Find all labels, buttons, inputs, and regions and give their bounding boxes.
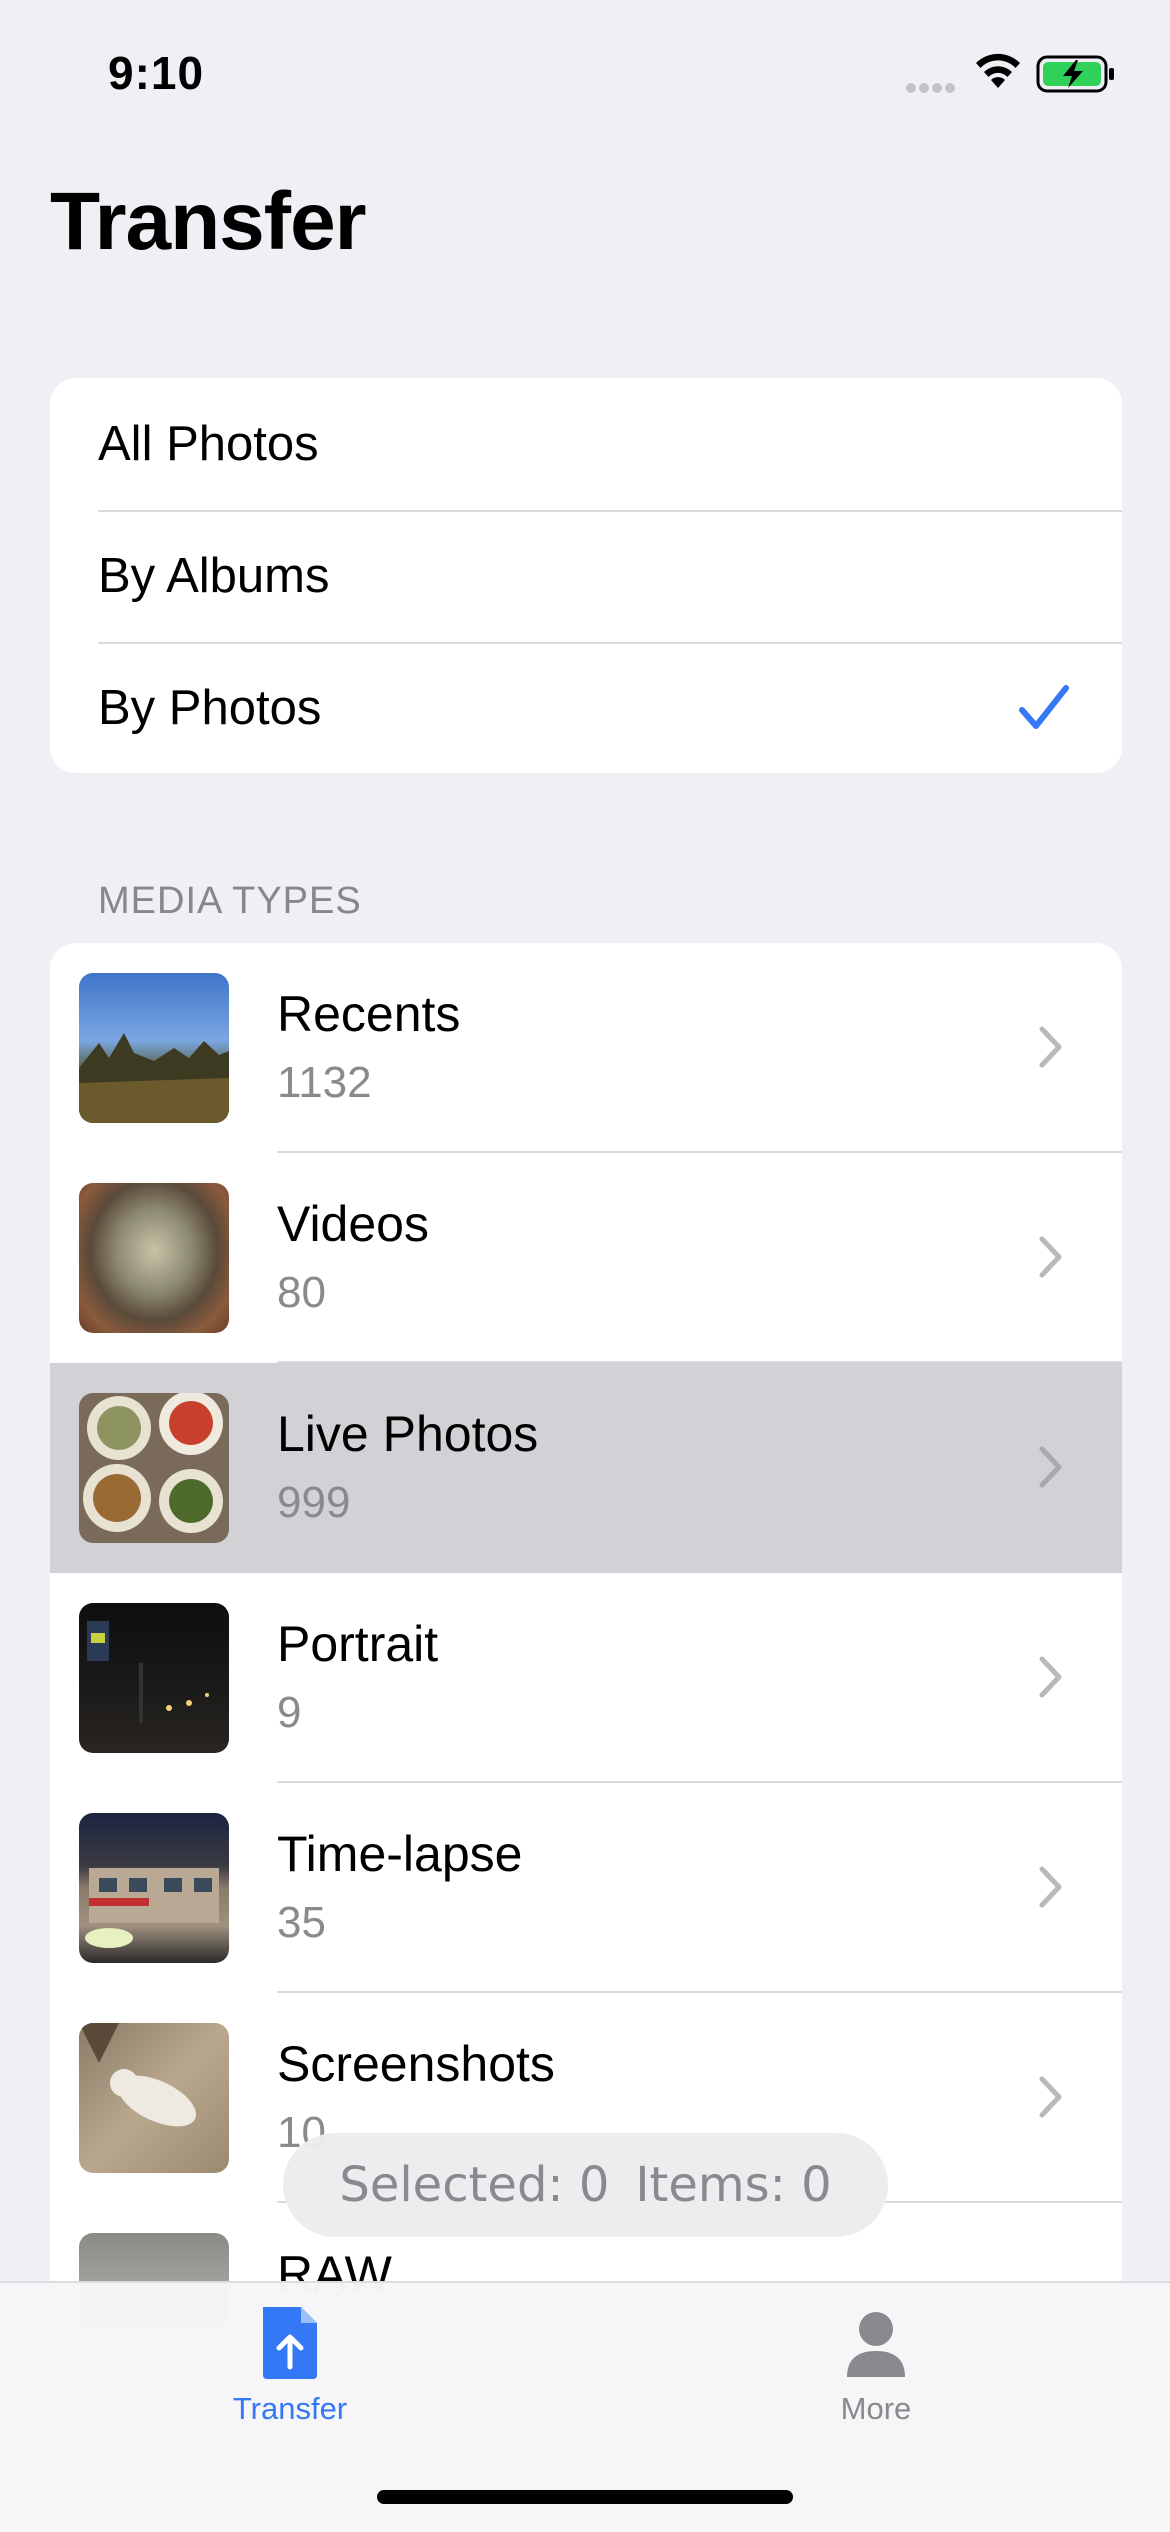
media-title: Videos — [277, 1196, 429, 1252]
landscape-thumbnail — [79, 973, 229, 1123]
media-row-portrait[interactable]: Portrait 9 — [50, 1573, 1122, 1783]
document-upload-icon — [263, 2307, 317, 2379]
media-title: Screenshots — [277, 2036, 555, 2092]
chevron-right-icon — [1039, 1866, 1062, 1908]
dishes-thumbnail — [79, 1393, 229, 1543]
tab-transfer[interactable]: Transfer — [160, 2303, 420, 2443]
chevron-right-icon — [1039, 1026, 1062, 1068]
tab-more[interactable]: More — [746, 2303, 1006, 2443]
cat-thumbnail — [79, 2023, 229, 2173]
mode-label: All Photos — [98, 417, 319, 471]
tab-bar: Transfer More — [0, 2281, 1170, 2532]
chevron-right-icon — [1039, 2076, 1062, 2118]
media-count: 80 — [277, 1268, 326, 1317]
night-street-thumbnail — [79, 1603, 229, 1753]
mode-by-albums[interactable]: By Albums — [50, 510, 1122, 642]
selected-count: Selected: 0 — [339, 2157, 610, 2213]
media-row-time-lapse[interactable]: Time-lapse 35 — [50, 1783, 1122, 1993]
tab-label: Transfer — [232, 2391, 348, 2426]
media-row-videos[interactable]: Videos 80 — [50, 1153, 1122, 1363]
mode-label: By Albums — [98, 549, 330, 603]
chevron-right-icon — [1039, 1656, 1062, 1698]
media-count: 9 — [277, 1688, 302, 1737]
food-bowl-thumbnail — [79, 1183, 229, 1333]
mode-label: By Photos — [98, 681, 322, 735]
chevron-right-icon — [1039, 1236, 1062, 1278]
building-thumbnail — [79, 1813, 229, 1963]
page-title: Transfer — [50, 176, 367, 267]
media-title: Live Photos — [277, 1406, 539, 1462]
selection-summary: Selected: 0 Items: 0 — [283, 2133, 888, 2237]
media-row-live-photos[interactable]: Live Photos 999 — [50, 1363, 1122, 1573]
cellular-signal-icon — [906, 80, 958, 93]
home-indicator[interactable] — [377, 2490, 793, 2504]
media-count: 999 — [277, 1478, 351, 1527]
media-types-list: Recents 1132 Videos 80 Live Photos 999 P… — [50, 943, 1122, 2323]
status-bar: 9:10 — [0, 0, 1170, 140]
section-header-media-types: MEDIA TYPES — [98, 880, 362, 922]
items-count: Items: 0 — [635, 2157, 832, 2213]
person-icon — [847, 2312, 905, 2377]
media-title: Recents — [277, 986, 461, 1042]
media-count: 35 — [277, 1898, 326, 1947]
status-time: 9:10 — [108, 47, 205, 99]
media-title: Time-lapse — [277, 1826, 523, 1882]
media-row-recents[interactable]: Recents 1132 — [50, 943, 1122, 1153]
battery-charging-icon — [1036, 55, 1114, 93]
chevron-right-icon — [1039, 1446, 1062, 1488]
checkmark-icon — [1019, 685, 1069, 729]
wifi-icon — [976, 53, 1020, 88]
tab-label: More — [840, 2391, 912, 2426]
mode-by-photos[interactable]: By Photos — [50, 642, 1122, 773]
media-count: 1132 — [277, 1058, 372, 1107]
media-title: Portrait — [277, 1616, 439, 1672]
transfer-mode-list: All Photos By Albums By Photos — [50, 378, 1122, 773]
mode-all-photos[interactable]: All Photos — [50, 378, 1122, 510]
